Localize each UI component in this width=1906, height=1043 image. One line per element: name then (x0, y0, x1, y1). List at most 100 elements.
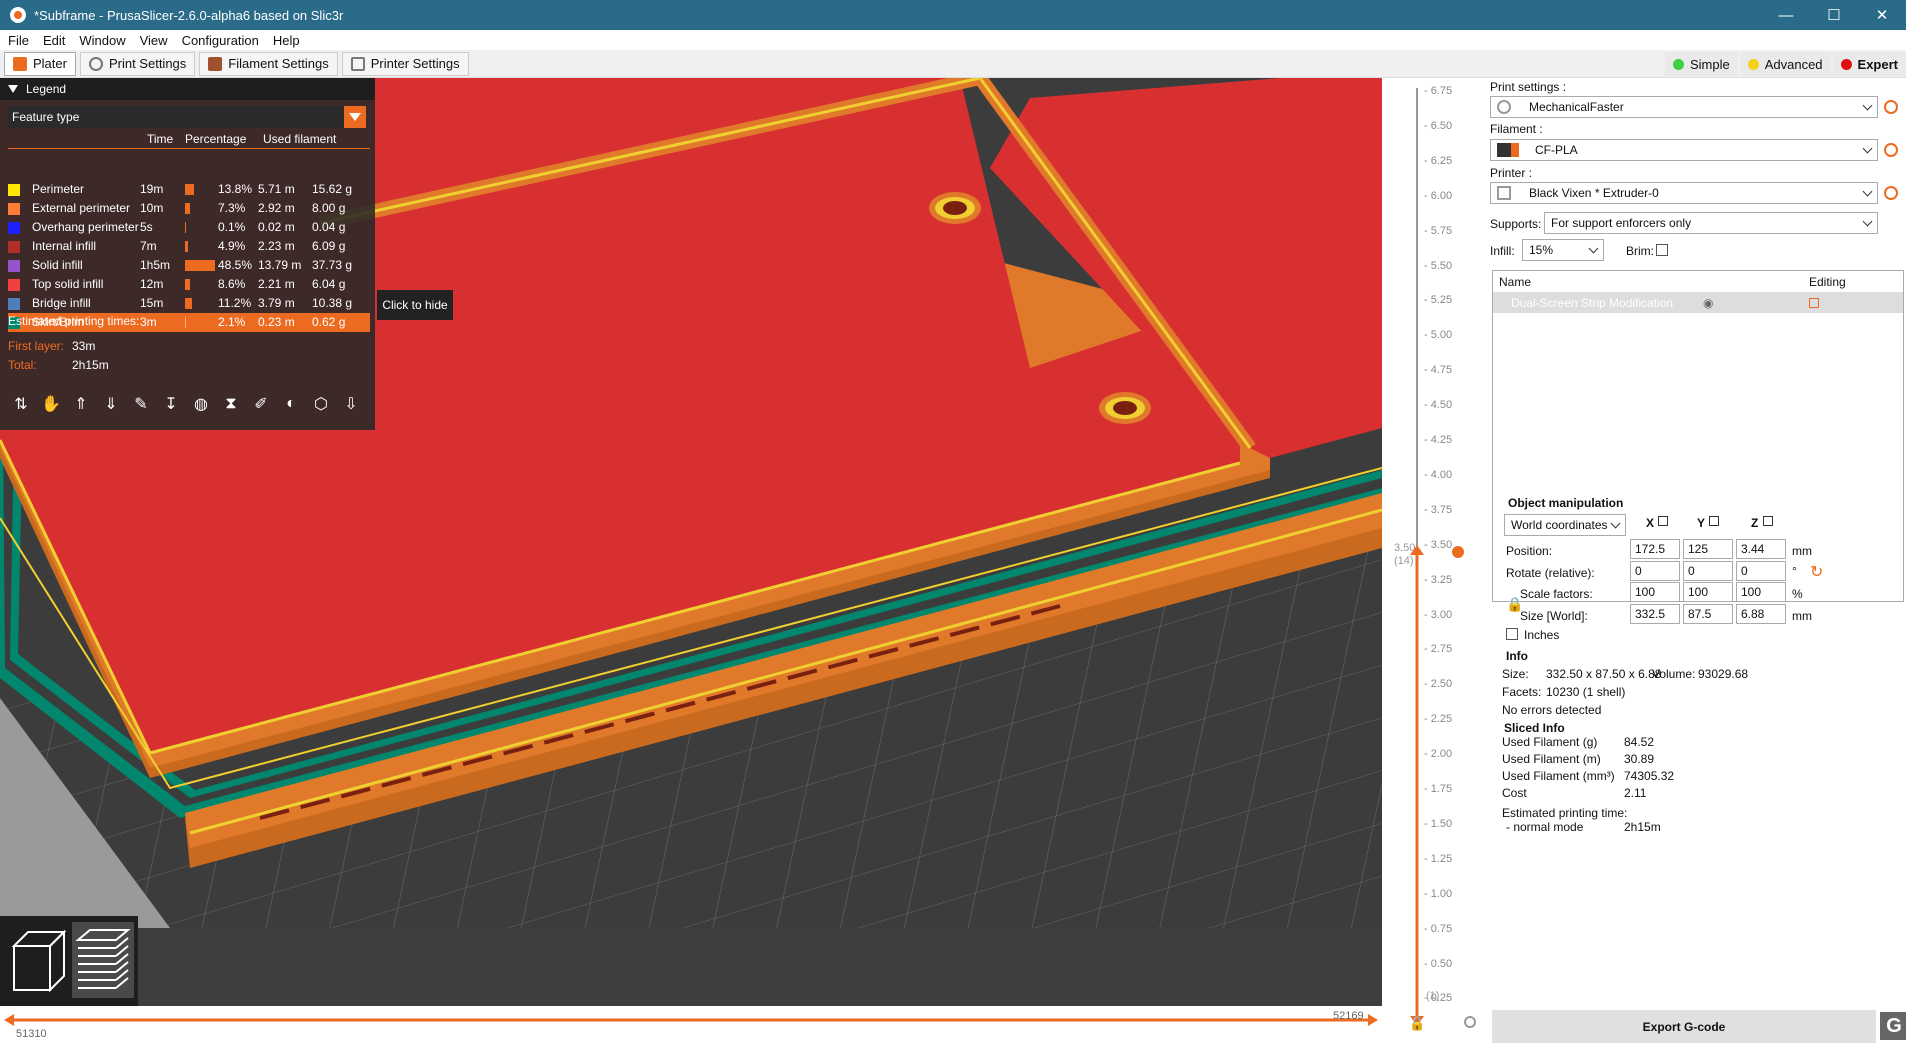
layer-height-tick: - 1.00 (1424, 887, 1453, 900)
gear-icon (88, 56, 103, 71)
rotate-y-input[interactable]: 0 (1683, 561, 1733, 581)
retractions-icon[interactable]: ⇑ (70, 393, 92, 415)
center-of-gravity-icon[interactable]: ◐ (280, 393, 302, 415)
legend-row[interactable]: Overhang perimeter 5s 0.1% 0.02 m 0.04 g (8, 218, 370, 237)
lock-icon[interactable]: 🔓 (1409, 1016, 1425, 1032)
right-thumb-icon[interactable] (1368, 1014, 1378, 1026)
drop-to-bed-y-icon[interactable] (1709, 516, 1719, 526)
view-toggle (0, 916, 138, 1006)
tool-marker-icon[interactable]: ⇩ (340, 393, 362, 415)
legend-row[interactable]: Top solid infill 12m 8.6% 2.21 m 6.04 g (8, 275, 370, 294)
deretractions-icon[interactable]: ⇓ (100, 393, 122, 415)
tool-changes-icon[interactable]: ↧ (160, 393, 182, 415)
3d-view-icon[interactable] (8, 924, 68, 996)
estimated-times-label: Estimated printing times: (8, 314, 140, 328)
vertical-layer-slider[interactable]: - 6.75 - 6.50 - 6.25 - 6.00 - 5.75 - 5.50 - 5.… (1382, 78, 1494, 1043)
legend-row[interactable]: Perimeter 19m 13.8% 5.71 m 15.62 g (8, 180, 370, 199)
infill-combo[interactable]: 15% (1522, 239, 1604, 261)
legend-weight: 6.04 g (312, 277, 346, 291)
inches-checkbox[interactable] (1506, 628, 1518, 640)
menu-file[interactable]: File (8, 33, 29, 48)
tab-printer-settings[interactable]: Printer Settings (341, 51, 469, 76)
legend-row[interactable]: Bridge infill 15m 11.2% 3.79 m 10.38 g (8, 294, 370, 313)
sliced-info-label: Used Filament (mm³) (1502, 769, 1615, 783)
maximize-button[interactable]: ☐ (1810, 0, 1858, 30)
brim-checkbox[interactable] (1656, 244, 1668, 256)
position-y-input[interactable]: 125 (1683, 539, 1733, 559)
coordinate-system-combo[interactable]: World coordinates (1504, 514, 1626, 536)
edit-icon[interactable] (1809, 298, 1819, 308)
layers-view-button[interactable] (72, 922, 134, 998)
legend-row[interactable]: Internal infill 7m 4.9% 2.23 m 6.09 g (8, 237, 370, 256)
tab-filament-settings[interactable]: Filament Settings (199, 51, 338, 76)
custom-gcode-icon[interactable]: ✐ (250, 393, 272, 415)
rotate-x-input[interactable]: 0 (1630, 561, 1680, 581)
tab-print-settings[interactable]: Print Settings (79, 51, 196, 76)
3d-preview-viewport[interactable]: Legend Feature type Time Percentage Used… (0, 78, 1382, 1043)
print-settings-combo[interactable]: MechanicalFaster (1490, 96, 1878, 118)
legend-time: 3m (140, 315, 157, 329)
legend-feature-name: Overhang perimeter (32, 220, 139, 234)
scale-x-input[interactable]: 100 (1630, 582, 1680, 602)
settings-cog-icon[interactable] (1464, 1016, 1476, 1028)
menu-help[interactable]: Help (273, 33, 300, 48)
menu-view[interactable]: View (140, 33, 168, 48)
legend-percentage: 2.1% (218, 315, 246, 329)
menu-configuration[interactable]: Configuration (182, 33, 259, 48)
wipe-icon[interactable]: ✋ (40, 393, 62, 415)
rotate-z-input[interactable]: 0 (1736, 561, 1786, 581)
shells-icon[interactable]: ⬡ (310, 393, 332, 415)
layer-height-tick: - 0.75 (1424, 922, 1453, 935)
mode-expert-button[interactable]: Expert (1832, 52, 1906, 76)
seams-icon[interactable]: ✎ (130, 393, 152, 415)
edit-filament-preset-gear-icon[interactable] (1884, 143, 1898, 157)
info-title: Info (1506, 649, 1528, 663)
minimize-button[interactable]: — (1762, 0, 1810, 30)
chevron-down-icon (1862, 143, 1873, 154)
mode-advanced-button[interactable]: Advanced (1739, 52, 1831, 76)
supports-combo[interactable]: For support enforcers only (1544, 212, 1878, 234)
export-gcode-button[interactable]: Export G-code (1492, 1010, 1876, 1043)
size-z-input[interactable]: 6.88 (1736, 604, 1786, 624)
pause-icon[interactable]: ⧗ (220, 393, 242, 415)
drop-to-bed-z-icon[interactable] (1763, 516, 1773, 526)
legend-percentage: 4.9% (218, 239, 246, 253)
printer-combo[interactable]: Black Vixen * Extruder-0 (1490, 182, 1878, 204)
size-y-input[interactable]: 87.5 (1683, 604, 1733, 624)
layer-height-tick: - 4.00 (1424, 468, 1453, 481)
legend-swatch (8, 297, 20, 310)
legend-row[interactable]: Solid infill 1h5m 48.5% 13.79 m 37.73 g (8, 256, 370, 275)
menu-window[interactable]: Window (79, 33, 125, 48)
menu-bar: File Edit Window View Configuration Help (0, 30, 1906, 50)
mode-simple-button[interactable]: Simple (1664, 52, 1738, 76)
filament-combo[interactable]: CF-PLA (1490, 139, 1878, 161)
travel-icon[interactable]: ⇅ (10, 393, 32, 415)
horizontal-moves-slider[interactable]: 51310 52169 (0, 1006, 1382, 1043)
horizontal-slider-track (4, 1014, 1378, 1026)
color-changes-icon[interactable]: ◍ (190, 393, 212, 415)
send-to-printer-icon[interactable]: G (1880, 1012, 1906, 1040)
menu-edit[interactable]: Edit (43, 33, 65, 48)
object-list-item[interactable]: Dual-Screen Strip Modification ◉ (1493, 293, 1903, 313)
edit-printer-preset-gear-icon[interactable] (1884, 186, 1898, 200)
left-thumb-icon[interactable] (4, 1014, 14, 1026)
tab-plater[interactable]: Plater (4, 51, 76, 76)
scale-z-input[interactable]: 100 (1736, 582, 1786, 602)
legend-header[interactable]: Legend (0, 78, 375, 100)
edit-print-preset-gear-icon[interactable] (1884, 100, 1898, 114)
layer-height-tick: - 3.25 (1424, 573, 1453, 586)
drop-to-bed-x-icon[interactable] (1658, 516, 1668, 526)
legend-row[interactable]: External perimeter 10m 7.3% 2.92 m 8.00 g (8, 199, 370, 218)
scale-unit: % (1792, 587, 1803, 601)
position-z-input[interactable]: 3.44 (1736, 539, 1786, 559)
rotate-unit: ° (1792, 564, 1797, 578)
add-color-change-icon[interactable] (1452, 546, 1464, 558)
size-x-input[interactable]: 332.5 (1630, 604, 1680, 624)
eye-icon[interactable]: ◉ (1703, 296, 1713, 310)
view-type-select[interactable]: Feature type (8, 106, 366, 128)
close-button[interactable]: ✕ (1858, 0, 1906, 30)
scale-y-input[interactable]: 100 (1683, 582, 1733, 602)
reset-rotation-icon[interactable]: ↻ (1810, 562, 1823, 582)
legend-feature-name: Top solid infill (32, 277, 104, 291)
position-x-input[interactable]: 172.5 (1630, 539, 1680, 559)
